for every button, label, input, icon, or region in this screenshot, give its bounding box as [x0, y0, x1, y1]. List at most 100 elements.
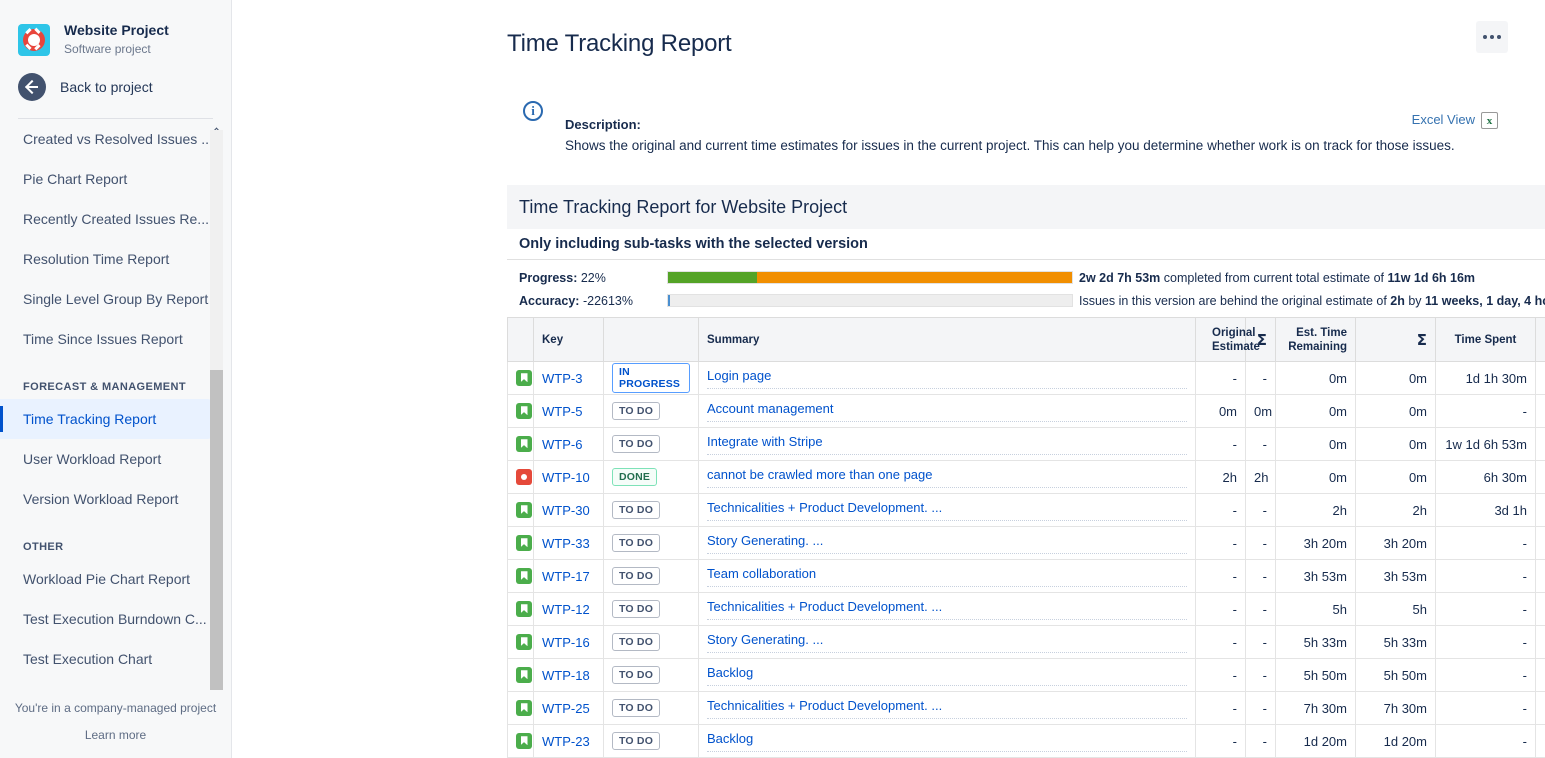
- issue-key-link[interactable]: WTP-23: [542, 734, 590, 749]
- status-badge: TO DO: [612, 600, 661, 618]
- header-time-spent[interactable]: Time Spent: [1435, 317, 1536, 362]
- header-key[interactable]: Key: [533, 317, 604, 362]
- time-spent-cell: -: [1435, 592, 1536, 626]
- issue-key-link[interactable]: WTP-17: [542, 569, 590, 584]
- description-label: Description:: [565, 117, 641, 132]
- issue-key-link[interactable]: WTP-10: [542, 470, 590, 485]
- est-time-remaining-sum-cell: 3h 20m: [1355, 526, 1436, 560]
- issue-key-link[interactable]: WTP-12: [542, 602, 590, 617]
- time-spent-sum-cell: -: [1535, 625, 1545, 659]
- progress-label-prefix: Progress: [519, 270, 574, 285]
- excel-icon[interactable]: x: [1481, 112, 1498, 129]
- issue-type-icon-cell: [507, 460, 534, 494]
- story-icon: [516, 403, 532, 420]
- sidebar-item-time-tracking-report[interactable]: Time Tracking Report: [0, 399, 211, 439]
- issue-key-link[interactable]: WTP-16: [542, 635, 590, 650]
- issue-summary-link[interactable]: Login page: [707, 368, 1187, 389]
- progress-value: 22%: [580, 270, 606, 285]
- issue-summary-cell: Integrate with Stripe: [698, 427, 1196, 461]
- time-spent-sum-cell: 6h 30m: [1535, 460, 1545, 494]
- issue-key-link[interactable]: WTP-33: [542, 536, 590, 551]
- sidebar-item-pie-chart-report[interactable]: Pie Chart Report: [0, 159, 231, 199]
- header-etr-line2: Remaining: [1288, 340, 1347, 353]
- status-badge: TO DO: [612, 633, 661, 651]
- est-time-remaining-cell: 5h 50m: [1275, 658, 1356, 692]
- sidebar-item-resolution-time-report[interactable]: Resolution Time Report: [0, 239, 231, 279]
- issue-summary-cell: Login page: [698, 361, 1196, 395]
- issue-status-cell: TO DO: [603, 526, 699, 560]
- sidebar-item-test-execution-chart[interactable]: Test Execution Chart: [0, 639, 231, 679]
- sidebar-scrollbar-thumb[interactable]: [210, 370, 223, 690]
- project-header[interactable]: Website Project Software project: [0, 0, 231, 57]
- issue-summary-link[interactable]: Technicalities + Product Development. ..…: [707, 500, 1187, 521]
- est-time-remaining-cell: 5h 33m: [1275, 625, 1356, 659]
- original-estimate-cell: -: [1195, 526, 1246, 560]
- issue-key-link[interactable]: WTP-3: [542, 371, 582, 386]
- est-time-remaining-sum-cell: 2h: [1355, 493, 1436, 527]
- issue-summary-cell: Team collaboration: [698, 559, 1196, 593]
- issue-summary-link[interactable]: Integrate with Stripe: [707, 434, 1187, 455]
- time-spent-cell: -: [1435, 526, 1536, 560]
- time-tracking-table: Key Summary Original Estimate Σ Est. Tim…: [507, 317, 1545, 758]
- time-spent-sum-cell: -: [1535, 526, 1545, 560]
- est-time-remaining-cell: 1d 20m: [1275, 724, 1356, 758]
- project-type: Software project: [64, 42, 151, 56]
- excel-view-link[interactable]: Excel View: [1412, 112, 1475, 127]
- sidebar-item-recently-created-issues[interactable]: Recently Created Issues Re...: [0, 199, 231, 239]
- time-spent-sum-cell: -: [1535, 691, 1545, 725]
- time-spent-sum-cell: -: [1535, 559, 1545, 593]
- issue-summary-cell: Story Generating. ...: [698, 625, 1196, 659]
- header-original-estimate[interactable]: Original Estimate: [1195, 317, 1260, 362]
- issue-summary-link[interactable]: Backlog: [707, 665, 1187, 686]
- original-estimate-sum-cell: -: [1245, 361, 1276, 395]
- issue-summary-link[interactable]: Team collaboration: [707, 566, 1187, 587]
- issue-summary-link[interactable]: Backlog: [707, 731, 1187, 752]
- issue-summary-link[interactable]: cannot be crawled more than one page: [707, 467, 1187, 488]
- progress-bar-orange-segment: [756, 272, 1072, 283]
- sidebar-item-test-execution-burndown[interactable]: Test Execution Burndown C...: [0, 599, 231, 639]
- table-row: WTP-18TO DOBacklog--5h 50m5h 50m--??: [507, 658, 1545, 692]
- table-header-row: Key Summary Original Estimate Σ Est. Tim…: [507, 317, 1545, 362]
- accuracy-text: Issues in this version are behind the or…: [1079, 294, 1545, 308]
- sidebar-item-version-workload-report[interactable]: Version Workload Report: [0, 479, 231, 519]
- issue-summary-link[interactable]: Story Generating. ...: [707, 632, 1187, 653]
- issue-key-link[interactable]: WTP-25: [542, 701, 590, 716]
- est-time-remaining-cell: 3h 53m: [1275, 559, 1356, 593]
- issue-key-cell: WTP-10: [533, 460, 604, 494]
- issue-key-link[interactable]: WTP-30: [542, 503, 590, 518]
- accuracy-text-pre: Issues in this version are behind the or…: [1079, 293, 1391, 308]
- back-to-project-button[interactable]: Back to project: [0, 57, 231, 101]
- header-est-time-remaining-sigma[interactable]: Σ: [1355, 317, 1436, 362]
- est-time-remaining-cell: 2h: [1275, 493, 1356, 527]
- issue-summary-link[interactable]: Story Generating. ...: [707, 533, 1187, 554]
- sidebar-item-user-workload-report[interactable]: User Workload Report: [0, 439, 231, 479]
- project-name: Website Project: [64, 22, 169, 38]
- header-summary[interactable]: Summary: [698, 317, 1196, 362]
- sidebar-item-created-vs-resolved[interactable]: Created vs Resolved Issues ...: [0, 119, 231, 159]
- sidebar-item-single-level-group-by[interactable]: Single Level Group By Report: [0, 279, 231, 319]
- learn-more-link[interactable]: Learn more: [0, 726, 231, 744]
- story-icon: [516, 502, 532, 519]
- issue-key-link[interactable]: WTP-18: [542, 668, 590, 683]
- issue-summary-link[interactable]: Account management: [707, 401, 1187, 422]
- issue-key-link[interactable]: WTP-6: [542, 437, 582, 452]
- status-badge: TO DO: [612, 534, 661, 552]
- original-estimate-cell: -: [1195, 427, 1246, 461]
- issue-summary-link[interactable]: Technicalities + Product Development. ..…: [707, 599, 1187, 620]
- time-spent-cell: -: [1435, 658, 1536, 692]
- progress-text: 2w 2d 7h 53m completed from current tota…: [1079, 271, 1475, 285]
- report-container: Time Tracking Report for Website Project…: [507, 185, 1545, 758]
- original-estimate-sum-cell: 2h: [1245, 460, 1276, 494]
- original-estimate-cell: 0m: [1195, 394, 1246, 428]
- est-time-remaining-sum-cell: 5h 50m: [1355, 658, 1436, 692]
- header-time-spent-sigma[interactable]: Σ: [1535, 317, 1545, 362]
- original-estimate-sum-cell: -: [1245, 559, 1276, 593]
- more-options-icon[interactable]: [1476, 21, 1508, 53]
- table-row: WTP-10 DONE cannot be crawled more than on…: [507, 460, 1545, 494]
- header-est-time-remaining[interactable]: Est. Time Remaining: [1275, 317, 1356, 362]
- issue-summary-link[interactable]: Technicalities + Product Development. ..…: [707, 698, 1187, 719]
- sidebar-item-workload-pie-chart[interactable]: Workload Pie Chart Report: [0, 559, 231, 599]
- sidebar-item-time-since-issues[interactable]: Time Since Issues Report: [0, 319, 231, 359]
- issue-key-link[interactable]: WTP-5: [542, 404, 582, 419]
- description-text: Shows the original and current time esti…: [565, 138, 1455, 153]
